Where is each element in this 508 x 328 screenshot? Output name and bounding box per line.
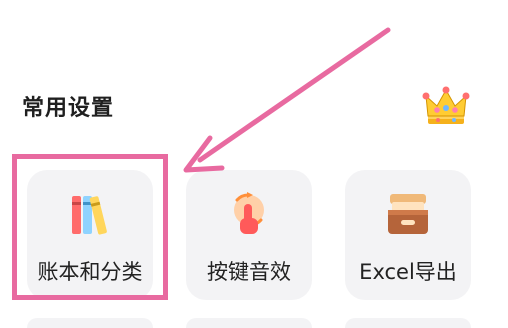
tile-peek bbox=[345, 318, 471, 328]
highlight-box bbox=[12, 154, 168, 300]
tile-label: Excel导出 bbox=[359, 260, 457, 284]
section-title: 常用设置 bbox=[22, 96, 115, 121]
tile-key-sound[interactable]: 按键音效 bbox=[186, 170, 312, 300]
crown-icon[interactable] bbox=[420, 84, 472, 128]
tile-peek bbox=[27, 318, 153, 328]
tile-peek bbox=[186, 318, 312, 328]
archive-box-icon bbox=[388, 194, 428, 234]
tap-sound-icon bbox=[234, 192, 264, 234]
tile-excel-export[interactable]: Excel导出 bbox=[345, 170, 471, 300]
settings-page: 常用设置 账本和分类 按键音效 Excel导出 bbox=[0, 0, 508, 328]
tile-label: 按键音效 bbox=[207, 260, 291, 284]
